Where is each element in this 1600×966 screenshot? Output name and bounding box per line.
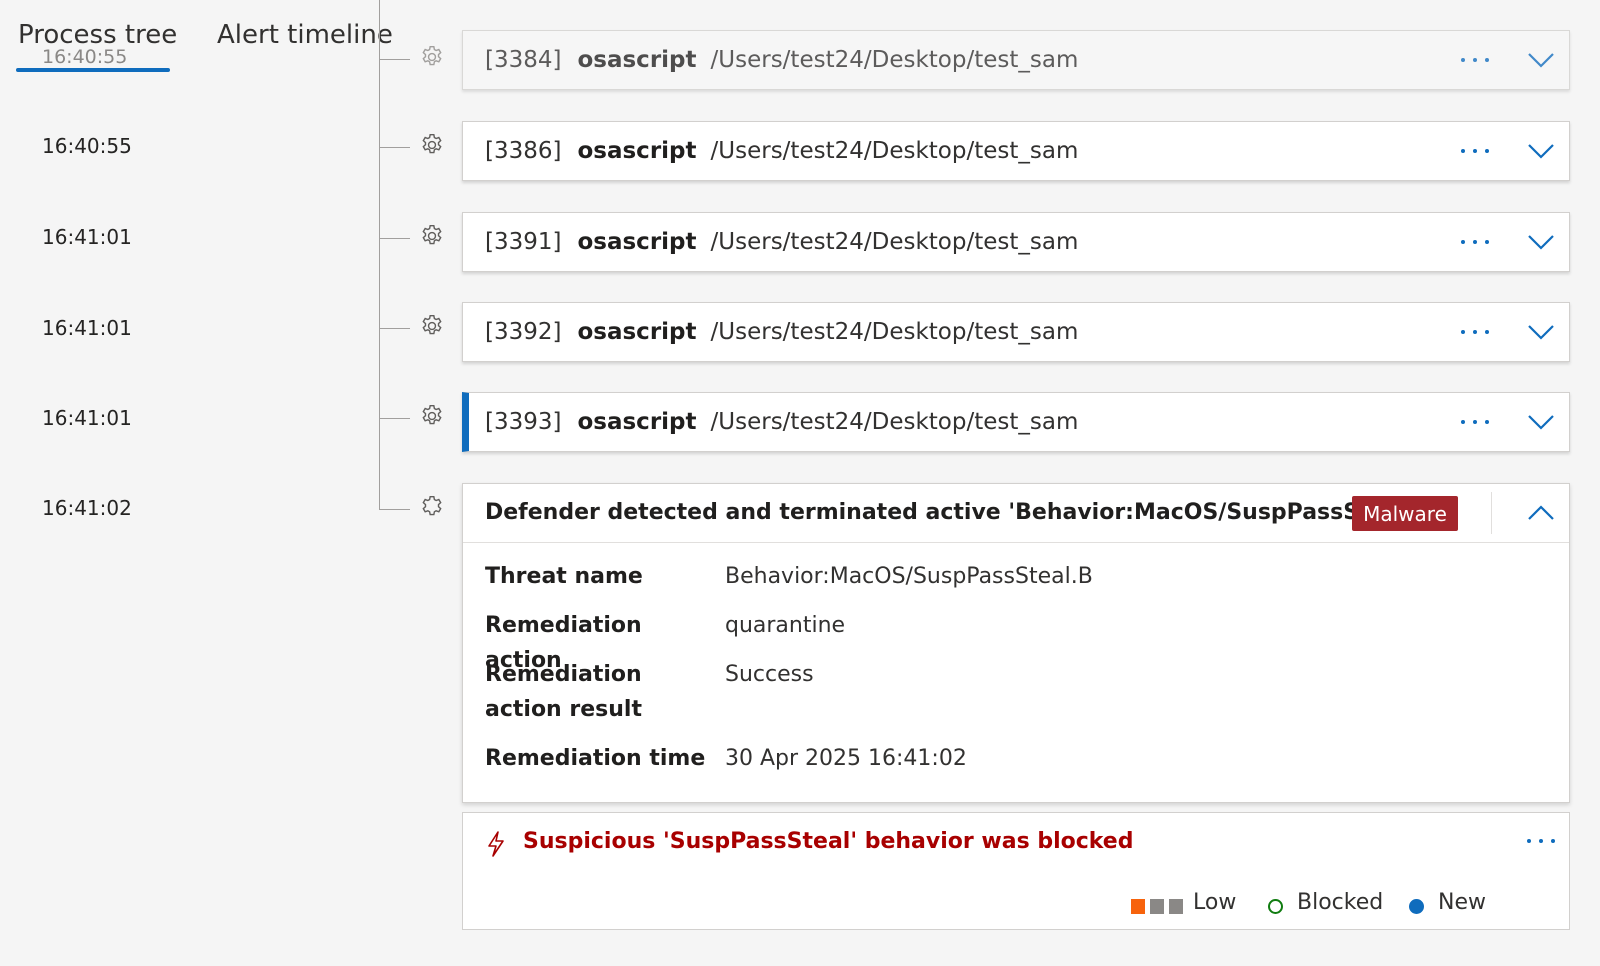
process-path: /Users/test24/Desktop/test_sam (710, 319, 1079, 345)
malware-badge: Malware (1352, 496, 1458, 531)
process-name: osascript (577, 47, 697, 73)
more-actions-icon[interactable] (1527, 838, 1555, 844)
process-id: [3391] (485, 229, 562, 255)
status-label: Blocked (1297, 890, 1384, 915)
blocked-status-icon (1268, 899, 1283, 914)
chevron-up-icon[interactable] (1527, 504, 1555, 522)
process-row[interactable]: [3392] osascript /Users/test24/Desktop/t… (462, 302, 1570, 362)
remediation-action-value: quarantine (725, 613, 846, 638)
alert-card[interactable]: Suspicious 'SuspPassSteal' behavior was … (462, 812, 1570, 930)
remediation-result-value: Success (725, 662, 814, 687)
alert-title[interactable]: Suspicious 'SuspPassSteal' behavior was … (523, 829, 1133, 854)
process-time: 16:41:01 (42, 406, 132, 430)
more-actions-icon[interactable] (1461, 329, 1489, 335)
tree-connector-vertical (379, 0, 380, 510)
chevron-down-icon[interactable] (1527, 323, 1555, 341)
threat-name-label: Threat name (485, 564, 643, 589)
tab-alert-timeline[interactable]: Alert timeline (217, 20, 393, 50)
severity-label: Low (1193, 890, 1237, 915)
classification-label: New (1438, 890, 1486, 915)
gear-icon (419, 403, 445, 429)
process-path: /Users/test24/Desktop/test_sam (710, 138, 1079, 164)
more-actions-icon[interactable] (1461, 148, 1489, 154)
more-actions-icon[interactable] (1461, 239, 1489, 245)
process-name: osascript (577, 409, 697, 435)
active-tab-indicator (16, 68, 170, 72)
detection-time: 16:41:02 (42, 496, 132, 520)
process-row[interactable]: [3391] osascript /Users/test24/Desktop/t… (462, 212, 1570, 272)
process-name: osascript (577, 138, 697, 164)
gear-icon (419, 313, 445, 339)
puzzle-gear-icon (419, 494, 445, 520)
process-row-selected[interactable]: [3393] osascript /Users/test24/Desktop/t… (462, 392, 1570, 452)
process-id: [3384] (485, 47, 562, 73)
process-time: 16:41:01 (42, 225, 132, 249)
chevron-down-icon[interactable] (1527, 233, 1555, 251)
process-path: /Users/test24/Desktop/test_sam (710, 47, 1079, 73)
severity-bar (1150, 899, 1164, 914)
process-tree-view: Process tree Alert timeline 16:40:55 [33… (0, 0, 1600, 966)
more-actions-icon[interactable] (1461, 57, 1489, 63)
detection-card: Defender detected and terminated active … (462, 483, 1570, 803)
chevron-down-icon[interactable] (1527, 51, 1555, 69)
severity-bar (1131, 899, 1145, 914)
process-path: /Users/test24/Desktop/test_sam (710, 229, 1079, 255)
tree-connector (380, 509, 410, 510)
new-status-icon (1409, 899, 1424, 914)
process-row[interactable]: [3384] osascript /Users/test24/Desktop/t… (462, 30, 1570, 90)
tree-connector (380, 59, 410, 60)
lightning-icon (485, 830, 507, 858)
gear-icon (419, 223, 445, 249)
process-path: /Users/test24/Desktop/test_sam (710, 409, 1079, 435)
process-name: osascript (577, 319, 697, 345)
process-id: [3393] (485, 409, 562, 435)
chevron-down-icon[interactable] (1527, 413, 1555, 431)
chevron-down-icon[interactable] (1527, 142, 1555, 160)
severity-bar (1169, 899, 1183, 914)
remediation-time-label: Remediation time (485, 746, 706, 771)
process-row[interactable]: [3386] osascript /Users/test24/Desktop/t… (462, 121, 1570, 181)
gear-icon (419, 44, 445, 70)
tree-connector (380, 147, 410, 148)
threat-name-value: Behavior:MacOS/SuspPassSteal.B (725, 564, 1093, 589)
tab-strip: Process tree Alert timeline 16:40:55 (0, 0, 393, 100)
process-time: 16:41:01 (42, 316, 132, 340)
process-name: osascript (577, 229, 697, 255)
tree-connector (380, 238, 410, 239)
tree-connector (380, 418, 410, 419)
process-id: [3392] (485, 319, 562, 345)
process-time: 16:40:55 (42, 134, 132, 158)
gear-icon (419, 132, 445, 158)
more-actions-icon[interactable] (1461, 419, 1489, 425)
tree-connector (380, 328, 410, 329)
remediation-result-label: Remediation action result (485, 662, 642, 722)
header-divider (1491, 492, 1492, 534)
timestamp-overlap: 16:40:55 (42, 46, 128, 68)
detection-header[interactable]: Defender detected and terminated active … (463, 484, 1569, 543)
detection-title: Defender detected and terminated active … (485, 500, 1395, 525)
remediation-time-value: 30 Apr 2025 16:41:02 (725, 746, 967, 771)
process-id: [3386] (485, 138, 562, 164)
severity-indicator (1131, 899, 1183, 914)
